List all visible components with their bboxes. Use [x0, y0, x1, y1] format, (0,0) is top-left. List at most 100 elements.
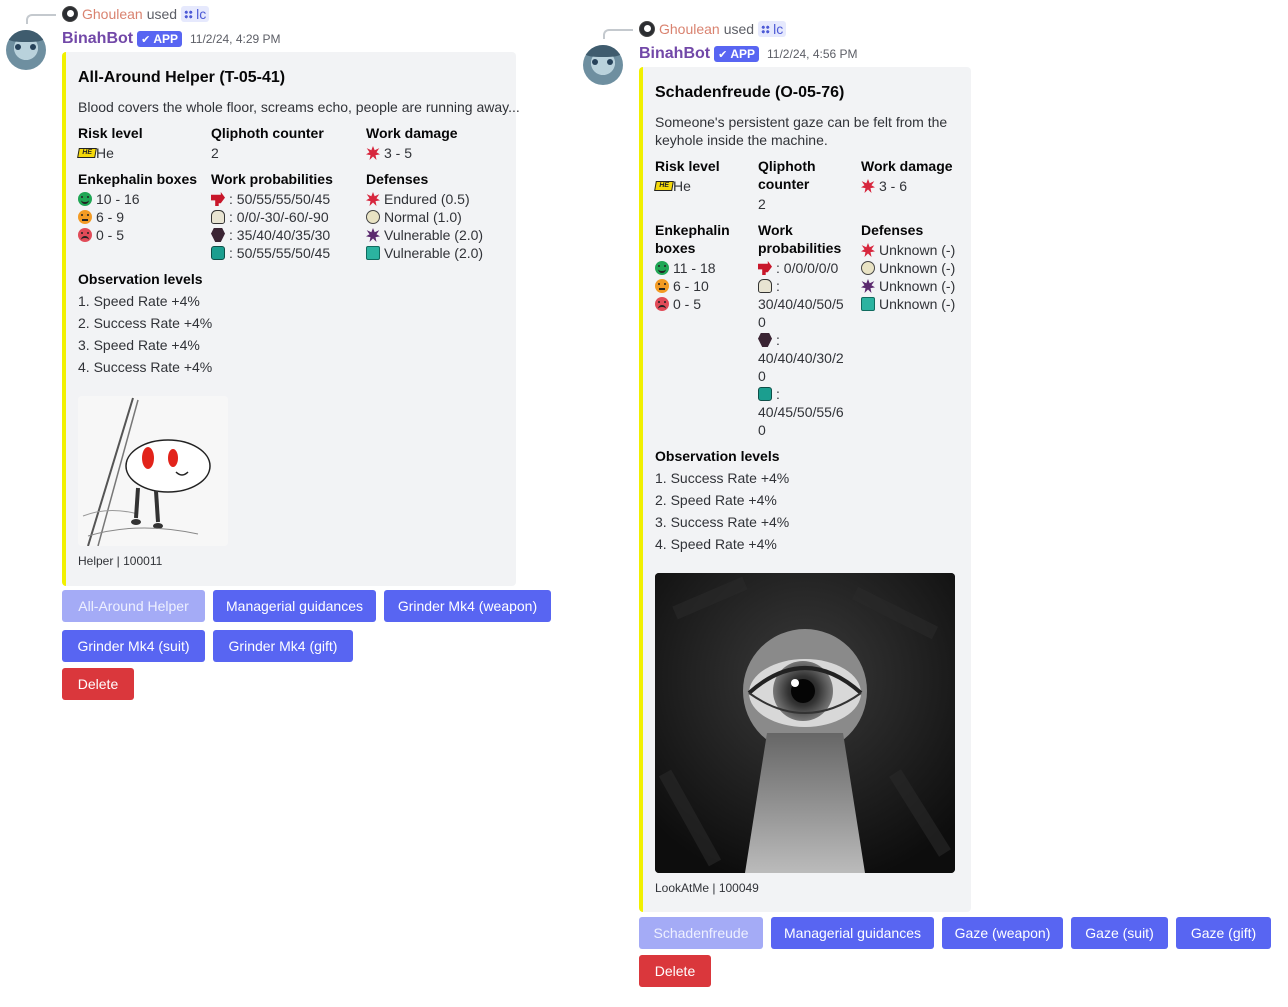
enkephalin-good: 11 - 18	[655, 259, 716, 277]
field-qliphoth-name: Qliphoth	[758, 158, 816, 174]
embed-title: All-Around Helper (T-05-41)	[78, 69, 286, 86]
defense-red: Unknown (-)	[861, 241, 955, 259]
abnormality-image[interactable]	[78, 396, 228, 546]
enkephalin-bad: 0 - 5	[78, 226, 124, 244]
red-damage-icon	[366, 146, 380, 160]
field-defenses-name: Defenses	[366, 171, 429, 187]
he-risk-icon: HE	[77, 148, 97, 158]
app-badge-label: APP	[730, 47, 756, 61]
attachment-work-icon	[211, 228, 225, 242]
field-defenses-name: Defenses	[861, 222, 924, 238]
repression-work-icon	[211, 246, 225, 260]
red-damage-icon	[366, 192, 380, 206]
button-delete[interactable]: Delete	[639, 955, 711, 987]
button-ego-suit[interactable]: Gaze (suit)	[1071, 917, 1168, 949]
bot-avatar[interactable]	[6, 30, 46, 70]
button-ego-gift[interactable]: Gaze (gift)	[1176, 917, 1271, 949]
defense-white: Unknown (-)	[861, 259, 955, 277]
field-qliphoth-name: Qliphoth counter	[211, 125, 324, 141]
embed-description: Blood covers the whole floor, screams ec…	[78, 99, 520, 115]
pale-damage-icon	[861, 297, 875, 311]
command-name: lc	[196, 6, 207, 22]
verified-check-icon: ✔	[718, 48, 728, 61]
observation-level-1: 1. Speed Rate +4%	[78, 293, 200, 309]
defense-pale: Vulnerable (2.0)	[366, 244, 483, 262]
button-abnormality[interactable]: All-Around Helper	[62, 590, 205, 622]
message-header: BinahBot ✔ APP 11/2/24, 4:29 PM	[62, 30, 281, 48]
field-work-damage-value: 3 - 6	[861, 177, 907, 195]
bot-avatar[interactable]	[583, 45, 623, 85]
good-face-icon	[78, 192, 92, 206]
abnormality-image[interactable]	[655, 573, 955, 873]
field-enkephalin-name: Enkephalin	[655, 222, 730, 238]
app-badge-label: APP	[153, 32, 179, 46]
enkephalin-normal: 6 - 9	[78, 208, 124, 226]
work-prob-instinct: : 50/55/55/50/45	[211, 190, 330, 208]
button-ego-suit[interactable]: Grinder Mk4 (suit)	[62, 630, 205, 662]
message-header: BinahBot ✔ APP 11/2/24, 4:56 PM	[639, 45, 858, 63]
button-managerial-guidances[interactable]: Managerial guidances	[213, 590, 376, 622]
field-work-prob-name: Work probabilities	[211, 171, 333, 187]
work-prob-repression: : 50/55/55/50/45	[211, 244, 330, 262]
observation-level-4: 4. Speed Rate +4%	[655, 536, 777, 552]
defense-red: Endured (0.5)	[366, 190, 470, 208]
attachment-work-icon	[758, 333, 772, 347]
embed-footer: LookAtMe | 100049	[655, 881, 759, 895]
work-prob-insight-line2: 30/40/40/50/5	[758, 296, 844, 312]
work-prob-attachment-line3: 0	[758, 368, 766, 384]
field-observation-name: Observation levels	[655, 448, 780, 464]
reply-reference[interactable]: Ghoulean used lc	[639, 21, 787, 37]
message-timestamp[interactable]: 11/2/24, 4:56 PM	[767, 47, 858, 61]
observation-level-3: 3. Speed Rate +4%	[78, 337, 200, 353]
button-ego-gift[interactable]: Grinder Mk4 (gift)	[213, 630, 353, 662]
bot-name[interactable]: BinahBot	[62, 30, 133, 48]
insight-work-icon	[211, 210, 225, 224]
bad-face-icon	[655, 297, 669, 311]
instinct-work-icon	[758, 261, 772, 275]
reply-used-label: used	[723, 21, 755, 37]
work-prob-attachment: :	[758, 331, 780, 349]
message-timestamp[interactable]: 11/2/24, 4:29 PM	[190, 32, 281, 46]
work-prob-repression-line2: 40/45/50/55/6	[758, 404, 844, 420]
command-mention[interactable]: lc	[181, 6, 210, 22]
reply-username[interactable]: Ghoulean	[659, 21, 720, 37]
field-observation-name: Observation levels	[78, 271, 203, 287]
work-prob-instinct: : 0/0/0/0/0	[758, 259, 838, 277]
field-qliphoth-name-line2: counter	[758, 176, 810, 192]
button-delete[interactable]: Delete	[62, 668, 134, 700]
reply-reference[interactable]: Ghoulean used lc	[62, 6, 210, 22]
user-avatar-icon	[639, 21, 655, 37]
observation-level-2: 2. Speed Rate +4%	[655, 492, 777, 508]
enkephalin-normal: 6 - 10	[655, 277, 709, 295]
repression-work-icon	[758, 387, 772, 401]
bad-face-icon	[78, 228, 92, 242]
button-ego-weapon[interactable]: Grinder Mk4 (weapon)	[384, 590, 551, 622]
button-managerial-guidances[interactable]: Managerial guidances	[771, 917, 934, 949]
instinct-work-icon	[211, 192, 225, 206]
red-damage-icon	[861, 179, 875, 193]
field-risk-level-name: Risk level	[655, 158, 720, 174]
command-mention[interactable]: lc	[758, 21, 787, 37]
enkephalin-bad: 0 - 5	[655, 295, 701, 313]
work-prob-attachment: : 35/40/40/35/30	[211, 226, 330, 244]
defense-black: Unknown (-)	[861, 277, 955, 295]
defense-black: Vulnerable (2.0)	[366, 226, 483, 244]
work-prob-repression: :	[758, 385, 780, 403]
pale-damage-icon	[366, 246, 380, 260]
embed-card: All-Around Helper (T-05-41) Blood covers…	[62, 52, 520, 586]
black-damage-icon	[366, 228, 380, 242]
button-abnormality[interactable]: Schadenfreude	[639, 917, 763, 949]
field-enkephalin-name: Enkephalin boxes	[78, 171, 198, 187]
bot-name[interactable]: BinahBot	[639, 45, 710, 63]
helper-robot-illustration	[78, 396, 228, 546]
reply-username[interactable]: Ghoulean	[82, 6, 143, 22]
field-risk-level-name: Risk level	[78, 125, 143, 141]
button-ego-weapon[interactable]: Gaze (weapon)	[942, 917, 1063, 949]
embed-card: Schadenfreude (O-05-76) Someone's persis…	[639, 67, 971, 912]
white-damage-icon	[861, 261, 875, 275]
he-risk-icon: HE	[654, 181, 674, 191]
app-badge: ✔ APP	[137, 31, 183, 47]
verified-check-icon: ✔	[141, 33, 151, 46]
embed-description: Someone's persistent gaze can be felt fr…	[655, 114, 948, 148]
keyhole-eye-illustration	[655, 573, 955, 873]
